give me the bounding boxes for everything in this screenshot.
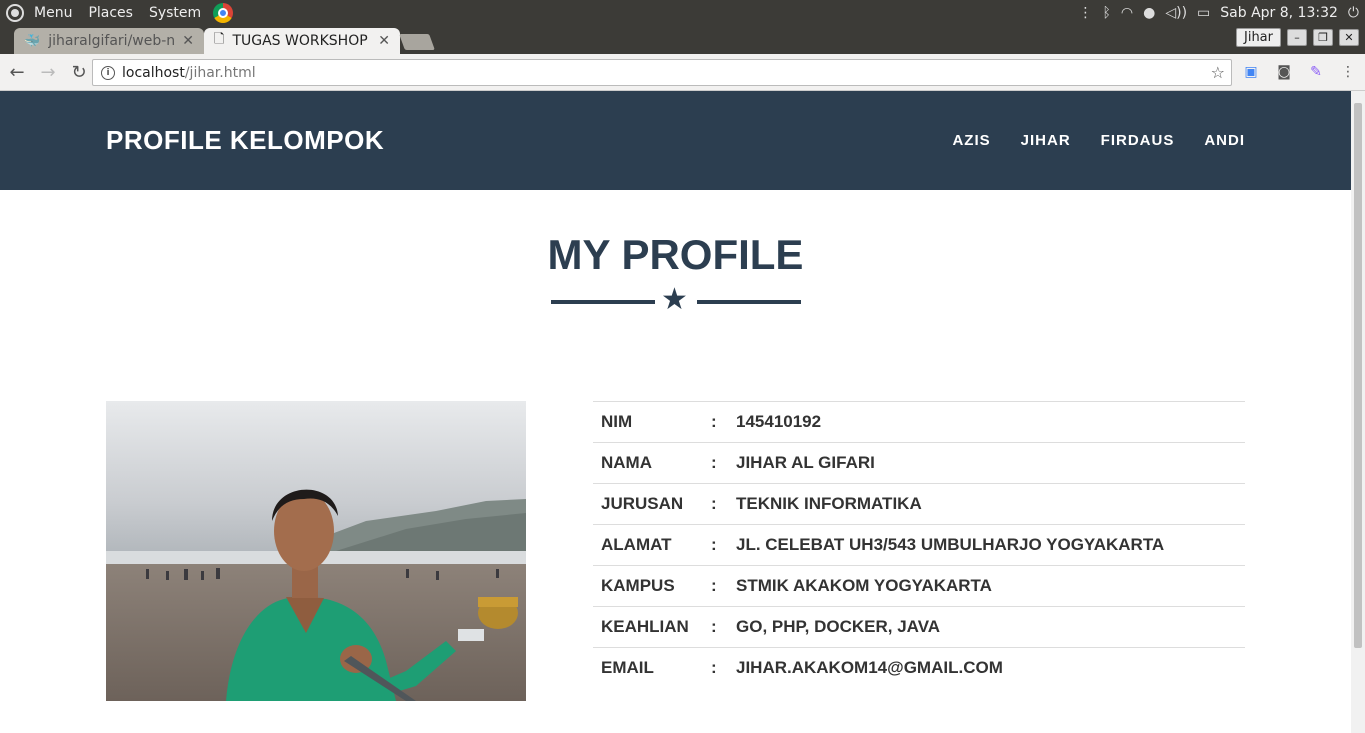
divider-line: [551, 300, 655, 304]
restore-icon[interactable]: ❐: [1313, 29, 1333, 46]
table-row: JURUSAN: TEKNIK INFORMATIKA: [593, 483, 1245, 525]
drag-handle-icon: ⋮: [1078, 5, 1093, 21]
star-icon: ★: [661, 282, 688, 317]
profile-label: KAMPUS: [593, 565, 711, 607]
wifi-icon[interactable]: ◠: [1121, 5, 1133, 21]
nav-link-andi[interactable]: ANDI: [1204, 132, 1245, 149]
profile-label: JURUSAN: [593, 483, 711, 525]
nav-link-firdaus[interactable]: FIRDAUS: [1101, 132, 1175, 149]
profile-value: JIHAR AL GIFARI: [736, 442, 1245, 484]
profile-label: EMAIL: [593, 647, 711, 689]
url-path: /jihar.html: [184, 64, 256, 81]
pen-extension-icon[interactable]: ✎: [1306, 62, 1326, 82]
back-icon[interactable]: ←: [3, 62, 31, 83]
os-places-button[interactable]: Places: [80, 0, 141, 26]
battery-icon[interactable]: ▭: [1197, 5, 1210, 21]
tab-title: jiharalgifari/web-n: [48, 33, 176, 49]
scrollbar-thumb[interactable]: [1354, 103, 1362, 648]
profile-table: NIM:145410192 NAMA: JIHAR AL GIFARI JURUSAN…: [593, 401, 1245, 689]
browser-tab[interactable]: 🐳 jiharalgifari/web-n ✕: [14, 28, 204, 54]
url-host: localhost: [122, 64, 185, 81]
nav-link-jihar[interactable]: JIHAR: [1021, 132, 1071, 149]
profile-colon: :: [711, 442, 736, 484]
brand-link[interactable]: PROFILE KELOMPOK: [106, 125, 384, 156]
site-navbar: PROFILE KELOMPOK AZIS JIHAR FIRDAUS ANDI: [0, 91, 1351, 190]
translate-extension-icon[interactable]: ▣: [1241, 62, 1261, 82]
profile-photo: [106, 401, 526, 701]
window-controls: Jihar – ❐ ✕: [1236, 28, 1359, 47]
minimize-icon[interactable]: –: [1287, 29, 1307, 46]
os-top-panel: Menu Places System ⋮ ᛒ ◠ ● ◁)) ▭ Sab Apr…: [0, 0, 1365, 26]
profile-button[interactable]: Jihar: [1236, 28, 1281, 47]
web-page: PROFILE KELOMPOK AZIS JIHAR FIRDAUS ANDI…: [0, 91, 1351, 733]
docker-icon: 🐳: [24, 33, 41, 49]
chrome-launcher-icon[interactable]: [213, 3, 234, 23]
os-system-button[interactable]: System: [141, 0, 209, 26]
page-title: MY PROFILE: [547, 231, 804, 278]
profile-value: JIHAR.AKAKOM14@GMAIL.COM: [736, 647, 1245, 689]
browser-toolbar: ← → ↻ i localhost/jihar.html ☆ ▣ ◙ ✎ ⋮: [0, 54, 1365, 91]
nav-link-azis[interactable]: AZIS: [952, 132, 990, 149]
profile-value: TEKNIK INFORMATIKA: [736, 483, 1245, 525]
table-row: ALAMAT: JL. CELEBAT UH3/543 UMBULHARJO YO…: [593, 524, 1245, 566]
os-clock[interactable]: Sab Apr 8, 13:32: [1220, 5, 1338, 21]
profile-value: JL. CELEBAT UH3/543 UMBULHARJO YOGYAKART…: [736, 524, 1245, 566]
profile-value: GO, PHP, DOCKER, JAVA: [736, 606, 1245, 648]
close-icon[interactable]: ✕: [378, 33, 390, 49]
table-row: KEAHLIAN: GO, PHP, DOCKER, JAVA: [593, 606, 1245, 648]
profile-value: STMIK AKAKOM YOGYAKARTA: [736, 565, 1245, 607]
os-menu-button[interactable]: Menu: [26, 0, 80, 26]
address-bar[interactable]: i localhost/jihar.html ☆: [92, 59, 1232, 86]
profile-colon: :: [711, 647, 736, 689]
close-window-icon[interactable]: ✕: [1339, 29, 1359, 46]
bluetooth-icon[interactable]: ᛒ: [1103, 5, 1111, 21]
profile-label: NIM: [593, 401, 711, 443]
microphone-icon[interactable]: ●: [1143, 5, 1155, 21]
volume-icon[interactable]: ◁)): [1165, 5, 1187, 21]
profile-label: NAMA: [593, 442, 711, 484]
nav-links: AZIS JIHAR FIRDAUS ANDI: [952, 132, 1245, 149]
chrome-menu-icon[interactable]: ⋮: [1338, 62, 1358, 82]
table-row: NAMA: JIHAR AL GIFARI: [593, 442, 1245, 484]
forward-icon[interactable]: →: [34, 62, 62, 83]
page-icon: 🗋: [214, 32, 225, 47]
star-divider: ★: [551, 285, 801, 319]
ghostery-extension-icon[interactable]: ◙: [1274, 62, 1294, 82]
new-tab-button[interactable]: [399, 34, 435, 50]
page-scrollbar[interactable]: [1351, 91, 1365, 733]
reload-icon[interactable]: ↻: [65, 62, 93, 83]
table-row: NIM:145410192: [593, 401, 1245, 443]
profile-colon: :: [711, 401, 736, 443]
bookmark-star-icon[interactable]: ☆: [1211, 63, 1225, 82]
info-icon[interactable]: i: [101, 65, 115, 80]
table-row: EMAIL: JIHAR.AKAKOM14@GMAIL.COM: [593, 647, 1245, 689]
table-row: KAMPUS: STMIK AKAKOM YOGYAKARTA: [593, 565, 1245, 607]
profile-colon: :: [711, 524, 736, 566]
profile-value: 145410192: [736, 401, 1245, 443]
tab-title: TUGAS WORKSHOP: [232, 33, 368, 49]
profile-colon: :: [711, 483, 736, 525]
power-icon[interactable]: ⏻: [1348, 5, 1359, 21]
close-icon[interactable]: ✕: [182, 33, 194, 49]
profile-label: KEAHLIAN: [593, 606, 711, 648]
mint-logo-icon[interactable]: [6, 4, 24, 22]
browser-tab-strip: 🐳 jiharalgifari/web-n ✕ 🗋 TUGAS WORKSHOP…: [0, 26, 1365, 54]
browser-tab-active[interactable]: 🗋 TUGAS WORKSHOP ✕: [204, 28, 400, 54]
profile-colon: :: [711, 565, 736, 607]
profile-label: ALAMAT: [593, 524, 711, 566]
profile-colon: :: [711, 606, 736, 648]
divider-line: [697, 300, 801, 304]
